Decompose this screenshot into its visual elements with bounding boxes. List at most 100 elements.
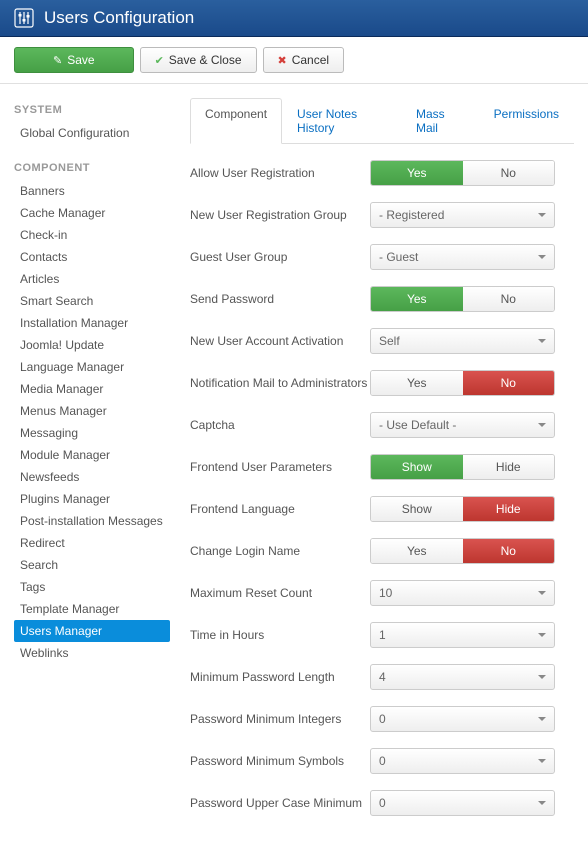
sidebar-head-component: COMPONENT: [14, 162, 170, 174]
select-activation[interactable]: Self: [370, 328, 555, 354]
row-pw-min-int: Password Minimum Integers0: [190, 706, 574, 732]
toggle-opt-fe-lang-1[interactable]: Hide: [463, 497, 555, 521]
toggle-opt-notif-admin-0[interactable]: Yes: [371, 371, 463, 395]
sidebar-item-check-in[interactable]: Check-in: [14, 224, 170, 246]
row-notif-admin: Notification Mail to AdministratorsYesNo: [190, 370, 574, 396]
select-guest-group[interactable]: - Guest: [370, 244, 555, 270]
sidebar-item-post-installation-messages[interactable]: Post-installation Messages: [14, 510, 170, 532]
sidebar-item-smart-search[interactable]: Smart Search: [14, 290, 170, 312]
label-time-hours: Time in Hours: [190, 628, 370, 642]
row-reg-group: New User Registration Group- Registered: [190, 202, 574, 228]
sidebar-item-contacts[interactable]: Contacts: [14, 246, 170, 268]
sidebar-item-module-manager[interactable]: Module Manager: [14, 444, 170, 466]
row-max-reset: Maximum Reset Count10: [190, 580, 574, 606]
toggle-opt-fe-lang-0[interactable]: Show: [371, 497, 463, 521]
sidebar-item-tags[interactable]: Tags: [14, 576, 170, 598]
tabs: ComponentUser Notes HistoryMass MailPerm…: [190, 98, 574, 144]
row-activation: New User Account ActivationSelf: [190, 328, 574, 354]
sidebar-item-messaging[interactable]: Messaging: [14, 422, 170, 444]
label-reg-group: New User Registration Group: [190, 208, 370, 222]
sidebar-item-media-manager[interactable]: Media Manager: [14, 378, 170, 400]
toggle-change-login[interactable]: YesNo: [370, 538, 555, 564]
toggle-opt-allow-reg-0[interactable]: Yes: [371, 161, 463, 185]
sidebar-item-banners[interactable]: Banners: [14, 180, 170, 202]
sidebar-item-search[interactable]: Search: [14, 554, 170, 576]
row-send-pw: Send PasswordYesNo: [190, 286, 574, 312]
select-max-reset[interactable]: 10: [370, 580, 555, 606]
toggle-opt-fe-params-1[interactable]: Hide: [463, 455, 555, 479]
cancel-icon: ✖: [278, 54, 287, 67]
toggle-notif-admin[interactable]: YesNo: [370, 370, 555, 396]
sidebar-item-weblinks[interactable]: Weblinks: [14, 642, 170, 664]
toggle-fe-params[interactable]: ShowHide: [370, 454, 555, 480]
toggle-opt-send-pw-0[interactable]: Yes: [371, 287, 463, 311]
sidebar-item-global-config[interactable]: Global Configuration: [14, 122, 170, 144]
tab-user-notes-history[interactable]: User Notes History: [282, 98, 401, 144]
row-guest-group: Guest User Group- Guest: [190, 244, 574, 270]
sidebar-item-articles[interactable]: Articles: [14, 268, 170, 290]
sidebar-item-language-manager[interactable]: Language Manager: [14, 356, 170, 378]
row-captcha: Captcha- Use Default -: [190, 412, 574, 438]
row-fe-lang: Frontend LanguageShowHide: [190, 496, 574, 522]
sidebar-item-menus-manager[interactable]: Menus Manager: [14, 400, 170, 422]
toggle-fe-lang[interactable]: ShowHide: [370, 496, 555, 522]
label-fe-lang: Frontend Language: [190, 502, 370, 516]
toggle-opt-change-login-1[interactable]: No: [463, 539, 555, 563]
page-title: Users Configuration: [44, 8, 194, 28]
sliders-icon: [14, 8, 34, 28]
label-pw-upper: Password Upper Case Minimum: [190, 796, 370, 810]
toggle-opt-send-pw-1[interactable]: No: [463, 287, 555, 311]
label-activation: New User Account Activation: [190, 334, 370, 348]
select-pw-min-sym[interactable]: 0: [370, 748, 555, 774]
label-notif-admin: Notification Mail to Administrators: [190, 376, 370, 390]
sidebar-item-installation-manager[interactable]: Installation Manager: [14, 312, 170, 334]
toggle-opt-allow-reg-1[interactable]: No: [463, 161, 555, 185]
select-pw-upper[interactable]: 0: [370, 790, 555, 816]
toggle-opt-fe-params-0[interactable]: Show: [371, 455, 463, 479]
label-guest-group: Guest User Group: [190, 250, 370, 264]
select-time-hours[interactable]: 1: [370, 622, 555, 648]
tab-mass-mail[interactable]: Mass Mail: [401, 98, 479, 144]
row-fe-params: Frontend User ParametersShowHide: [190, 454, 574, 480]
row-min-pw-len: Minimum Password Length4: [190, 664, 574, 690]
toggle-opt-change-login-0[interactable]: Yes: [371, 539, 463, 563]
row-allow-reg: Allow User RegistrationYesNo: [190, 160, 574, 186]
apply-icon: ✎: [53, 54, 62, 67]
toggle-opt-notif-admin-1[interactable]: No: [463, 371, 555, 395]
select-pw-min-int[interactable]: 0: [370, 706, 555, 732]
page-header: Users Configuration: [0, 0, 588, 37]
cancel-button[interactable]: ✖ Cancel: [263, 47, 345, 73]
tab-permissions[interactable]: Permissions: [479, 98, 574, 144]
form: Allow User RegistrationYesNoNew User Reg…: [190, 144, 574, 816]
sidebar-item-redirect[interactable]: Redirect: [14, 532, 170, 554]
select-captcha[interactable]: - Use Default -: [370, 412, 555, 438]
save-close-button[interactable]: ✔ Save & Close: [140, 47, 257, 73]
sidebar-item-users-manager[interactable]: Users Manager: [14, 620, 170, 642]
sidebar-item-newsfeeds[interactable]: Newsfeeds: [14, 466, 170, 488]
save-label: Save: [67, 53, 94, 67]
cancel-label: Cancel: [292, 53, 329, 67]
label-fe-params: Frontend User Parameters: [190, 460, 370, 474]
sidebar-item-plugins-manager[interactable]: Plugins Manager: [14, 488, 170, 510]
sidebar-item-joomla-update[interactable]: Joomla! Update: [14, 334, 170, 356]
content-area: ComponentUser Notes HistoryMass MailPerm…: [170, 84, 588, 846]
row-change-login: Change Login NameYesNo: [190, 538, 574, 564]
sidebar-item-cache-manager[interactable]: Cache Manager: [14, 202, 170, 224]
select-min-pw-len[interactable]: 4: [370, 664, 555, 690]
toolbar: ✎ Save ✔ Save & Close ✖ Cancel: [0, 37, 588, 84]
toggle-allow-reg[interactable]: YesNo: [370, 160, 555, 186]
label-min-pw-len: Minimum Password Length: [190, 670, 370, 684]
tab-component[interactable]: Component: [190, 98, 282, 144]
label-pw-min-sym: Password Minimum Symbols: [190, 754, 370, 768]
sidebar: SYSTEM Global Configuration COMPONENT Ba…: [0, 84, 170, 846]
save-button[interactable]: ✎ Save: [14, 47, 134, 73]
label-send-pw: Send Password: [190, 292, 370, 306]
label-change-login: Change Login Name: [190, 544, 370, 558]
select-reg-group[interactable]: - Registered: [370, 202, 555, 228]
sidebar-item-template-manager[interactable]: Template Manager: [14, 598, 170, 620]
label-allow-reg: Allow User Registration: [190, 166, 370, 180]
main-area: SYSTEM Global Configuration COMPONENT Ba…: [0, 84, 588, 846]
toggle-send-pw[interactable]: YesNo: [370, 286, 555, 312]
sidebar-head-system: SYSTEM: [14, 104, 170, 116]
row-time-hours: Time in Hours1: [190, 622, 574, 648]
